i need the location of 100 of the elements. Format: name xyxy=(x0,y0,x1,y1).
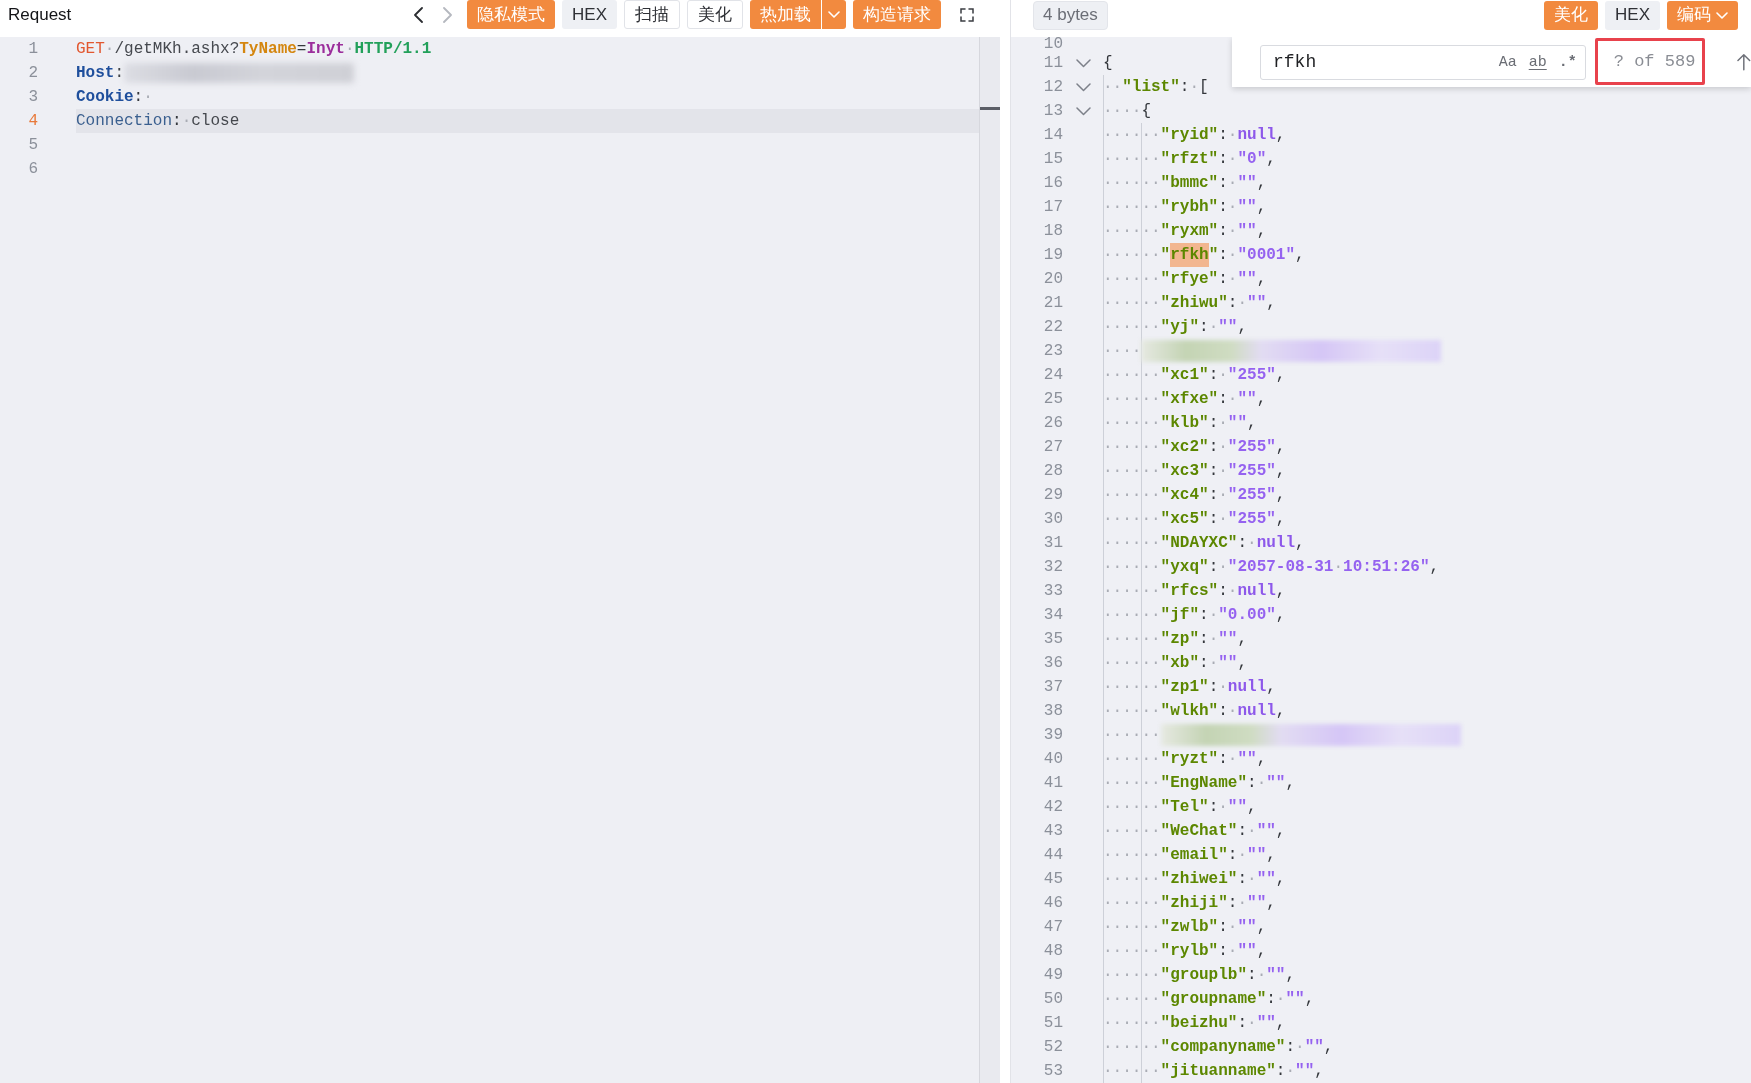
line-number: 26 xyxy=(1042,413,1063,434)
code-line: ······"zwlb":·"", xyxy=(1103,917,1267,938)
code-line: ······"zhiwu":·"", xyxy=(1103,293,1276,314)
line-number: 16 xyxy=(1042,173,1063,194)
code-line: ······"groupname":·"", xyxy=(1103,989,1315,1010)
line-number: 4 xyxy=(27,111,38,132)
line-number: 47 xyxy=(1042,917,1063,938)
code-line: ······"rfzt":·"0", xyxy=(1103,149,1276,170)
code-line: ······"ryid":·null, xyxy=(1103,125,1286,146)
code-line: ······"Tel":·"", xyxy=(1103,797,1257,818)
line-number: 46 xyxy=(1042,893,1063,914)
chevron-down-icon[interactable] xyxy=(1075,82,1091,92)
line-number: 38 xyxy=(1042,701,1063,722)
scroll-marker xyxy=(980,107,1000,110)
code-line: ······"xc3":·"255", xyxy=(1103,461,1286,482)
code-line: ······"grouplb":·"", xyxy=(1103,965,1296,986)
line-number: 15 xyxy=(1042,149,1063,170)
code-line: ······"bmmc":·"", xyxy=(1103,173,1267,194)
size-badge: 4 bytes xyxy=(1033,0,1108,30)
line-number: 22 xyxy=(1042,317,1063,338)
code-line: ······"zhiwei":·"", xyxy=(1103,869,1286,890)
line-number: 49 xyxy=(1042,965,1063,986)
regex-toggle[interactable]: .* xyxy=(1558,54,1577,70)
line-number: 53 xyxy=(1042,1061,1063,1082)
panel-title: Request xyxy=(8,3,72,26)
code-line: ······"EngName":·"", xyxy=(1103,773,1296,794)
code-line: ······"ryzt":·"", xyxy=(1103,749,1267,770)
line-number: 44 xyxy=(1042,845,1063,866)
line-number: 33 xyxy=(1042,581,1063,602)
code-line: ······"beizhu":·"", xyxy=(1103,1013,1286,1034)
line-number: 13 xyxy=(1042,101,1063,122)
chevron-left-icon[interactable] xyxy=(414,6,424,23)
line-number: 10 xyxy=(1042,37,1063,51)
match-case-toggle[interactable]: Aa xyxy=(1498,54,1517,70)
code-line: ······"zp1":·null, xyxy=(1103,677,1276,698)
line-number: 41 xyxy=(1042,773,1063,794)
code-line: ······"zp":·"", xyxy=(1103,629,1248,650)
fullscreen-icon[interactable] xyxy=(960,7,974,22)
code-line: ······"xc1":·"255", xyxy=(1103,365,1286,386)
line-number: 6 xyxy=(27,159,38,180)
code-line: ······"jf":·"0.00", xyxy=(1103,605,1286,626)
dropdown-button[interactable] xyxy=(822,0,846,29)
code-text: Host: xyxy=(76,63,124,84)
line-number: 34 xyxy=(1042,605,1063,626)
code-line: ······"ryxm":·"", xyxy=(1103,221,1267,242)
toolbar-button[interactable]: 扫描 xyxy=(624,0,680,29)
code-line: Cookie:· xyxy=(76,87,153,108)
line-number: 48 xyxy=(1042,941,1063,962)
line-number: 52 xyxy=(1042,1037,1063,1058)
code-text: ···· xyxy=(1103,341,1142,362)
line-number: 45 xyxy=(1042,869,1063,890)
code-line: ······"email":·"", xyxy=(1103,845,1276,866)
line-number: 42 xyxy=(1042,797,1063,818)
line-number: 3 xyxy=(27,87,38,108)
line-number: 25 xyxy=(1042,389,1063,410)
code-line: ······"jituanname":·"", xyxy=(1103,1061,1324,1082)
line-number: 30 xyxy=(1042,509,1063,530)
code-line: ······"xc2":·"255", xyxy=(1103,437,1286,458)
line-number: 40 xyxy=(1042,749,1063,770)
line-number: 20 xyxy=(1042,269,1063,290)
code-line: ······"xfxe":·"", xyxy=(1103,389,1267,410)
line-number: 21 xyxy=(1042,293,1063,314)
line-number: 19 xyxy=(1042,245,1063,266)
code-line: ······"WeChat":·"", xyxy=(1103,821,1286,842)
line-number: 37 xyxy=(1042,677,1063,698)
line-number: 27 xyxy=(1042,437,1063,458)
line-number: 29 xyxy=(1042,485,1063,506)
line-number: 24 xyxy=(1042,365,1063,386)
match-count: ? of 589 xyxy=(1613,51,1696,74)
code-line: ······"xc5":·"255", xyxy=(1103,509,1286,530)
search-field[interactable]: rfkh Aa ab .* xyxy=(1260,44,1586,80)
scrollbar[interactable] xyxy=(979,37,1000,1083)
toolbar-button[interactable]: HEX xyxy=(562,0,617,29)
code-line: ······"rfcs":·null, xyxy=(1103,581,1286,602)
toolbar-button[interactable]: 美化 xyxy=(687,0,743,29)
code-line: ······"companyname":·"", xyxy=(1103,1037,1334,1058)
code-line: ······"zhiji":·"", xyxy=(1103,893,1276,914)
chevron-down-icon xyxy=(1716,11,1728,19)
toolbar-button[interactable]: HEX xyxy=(1605,0,1660,30)
code-line: ······"xc4":·"255", xyxy=(1103,485,1286,506)
code-line: ······"rfye":·"", xyxy=(1103,269,1267,290)
line-number: 12 xyxy=(1042,77,1063,98)
code-line: ······"xb":·"", xyxy=(1103,653,1248,674)
code-line: ······"rybh":·"", xyxy=(1103,197,1267,218)
code-text: ······ xyxy=(1103,725,1161,746)
code-line: ··"list":·[ xyxy=(1103,77,1209,98)
code-line: ······"yj":·"", xyxy=(1103,317,1248,338)
code-line: ······"yxq":·"2057-08-31·10:51:26", xyxy=(1103,557,1440,578)
code-line: ······"wlkh":·null, xyxy=(1103,701,1286,722)
code-line: ····{ xyxy=(1103,101,1151,122)
line-number: 11 xyxy=(1042,53,1063,74)
chevron-down-icon[interactable] xyxy=(1075,58,1091,68)
line-number: 35 xyxy=(1042,629,1063,650)
arrow-up-icon[interactable] xyxy=(1737,53,1751,71)
line-number: 5 xyxy=(27,135,38,156)
whole-word-toggle[interactable]: ab xyxy=(1528,54,1547,70)
line-number: 50 xyxy=(1042,989,1063,1010)
code-line: ······"rfkh":·"0001", xyxy=(1103,243,1305,267)
line-number: 28 xyxy=(1042,461,1063,482)
chevron-down-icon[interactable] xyxy=(1075,106,1091,116)
